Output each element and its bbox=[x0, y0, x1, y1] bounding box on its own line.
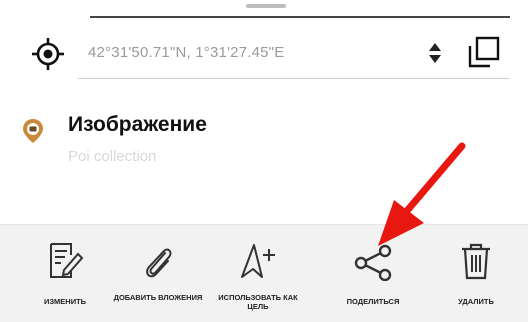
share-icon bbox=[354, 244, 392, 281]
coordinates-row: 42°31'50.71"N, 1°31'27.45"E bbox=[0, 26, 528, 82]
my-location-icon[interactable] bbox=[30, 36, 66, 72]
share-button[interactable]: ПОДЕЛИТЬСЯ bbox=[323, 225, 423, 322]
poi-title: Изображение bbox=[68, 113, 207, 136]
coordinates-underline bbox=[78, 78, 510, 79]
use-as-target-button[interactable]: ИСПОЛЬЗОВАТЬ КАК ЦЕЛЬ bbox=[208, 225, 308, 322]
navigate-target-icon bbox=[241, 244, 275, 278]
actions-bar: ИЗМЕНИТЬ ДОБАВИТЬ ВЛОЖЕНИЯ ИСПОЛЬЗОВАТЬ … bbox=[0, 224, 528, 322]
poi-marker-icon bbox=[23, 119, 43, 143]
coordinates-text[interactable]: 42°31'50.71"N, 1°31'27.45"E bbox=[88, 44, 284, 61]
drag-handle[interactable] bbox=[246, 4, 286, 8]
delete-button[interactable]: УДАЛИТЬ bbox=[426, 225, 526, 322]
use-as-target-label: ИСПОЛЬЗОВАТЬ КАК ЦЕЛЬ bbox=[218, 293, 298, 311]
delete-label: УДАЛИТЬ bbox=[458, 297, 494, 306]
edit-button[interactable]: ИЗМЕНИТЬ bbox=[15, 225, 115, 322]
paperclip-icon bbox=[146, 248, 172, 278]
share-label: ПОДЕЛИТЬСЯ bbox=[346, 297, 400, 306]
edit-label: ИЗМЕНИТЬ bbox=[43, 297, 87, 306]
add-attachments-label: ДОБАВИТЬ ВЛОЖЕНИЯ bbox=[113, 293, 203, 302]
edit-icon bbox=[50, 243, 84, 278]
copy-icon[interactable] bbox=[466, 34, 502, 70]
coordinate-format-toggle-icon[interactable] bbox=[428, 41, 442, 65]
add-attachments-button[interactable]: ДОБАВИТЬ ВЛОЖЕНИЯ bbox=[108, 225, 208, 322]
trash-icon bbox=[462, 243, 490, 280]
poi-subtitle: Poi collection bbox=[68, 148, 157, 165]
top-divider bbox=[90, 16, 510, 18]
